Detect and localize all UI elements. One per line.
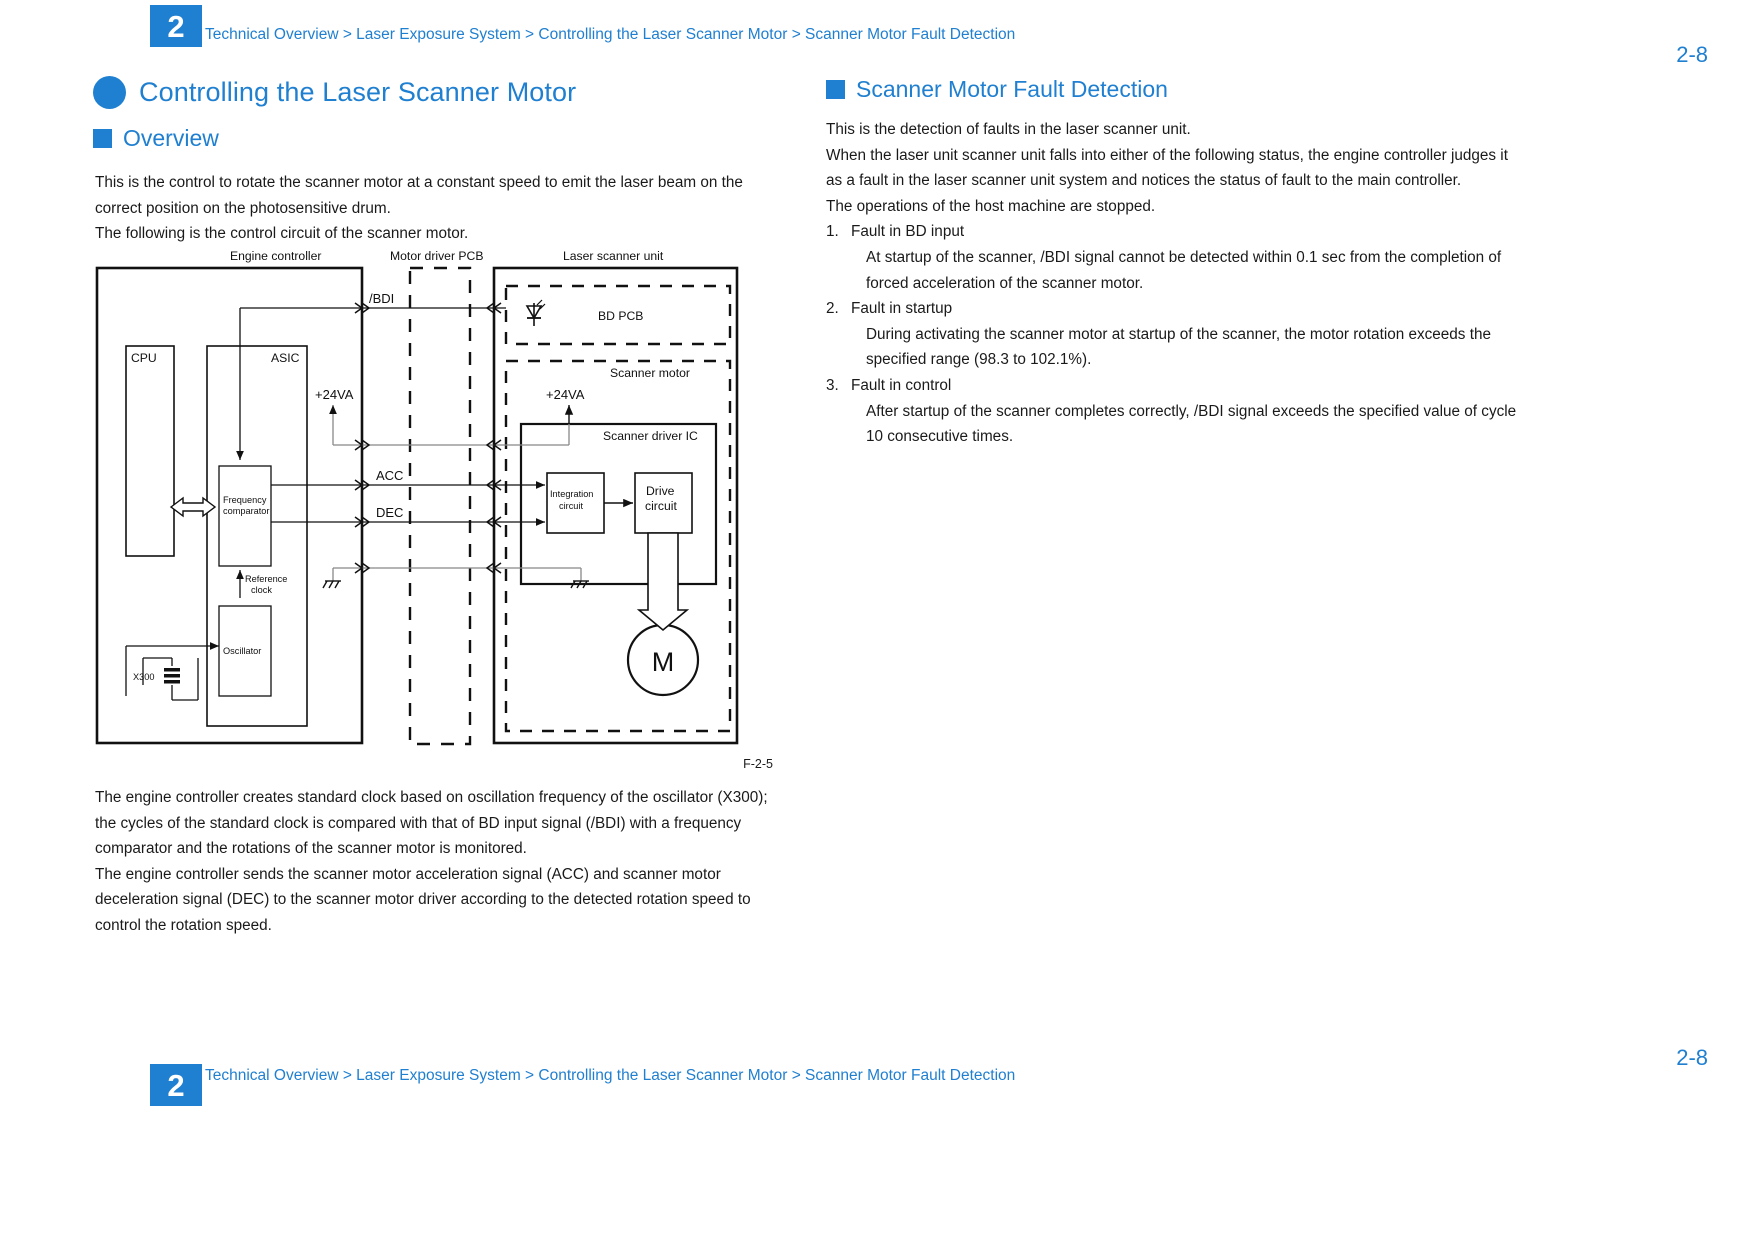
signal-label-dec: DEC [376, 505, 403, 520]
page-title-row: Controlling the Laser Scanner Motor [93, 76, 773, 109]
square-bullet-icon [93, 129, 112, 148]
fault-title: Fault in control [851, 376, 952, 394]
fault-number: 3. [826, 376, 839, 394]
right-column: Scanner Motor Fault Detection This is th… [826, 76, 1526, 450]
overview-heading-row: Overview [93, 125, 773, 152]
breadcrumb[interactable]: Technical Overview > Laser Exposure Syst… [205, 26, 1015, 44]
fault-detail: During activating the scanner motor at s… [866, 325, 1491, 369]
signal-label-bdi: /BDI [369, 291, 394, 306]
label-integration-circuit-1: Integration [550, 489, 593, 499]
label-bd-pcb: BD PCB [598, 309, 643, 323]
figure-f-2-5: Engine controller Motor driver PCB Laser… [93, 248, 773, 763]
overview-intro-paragraph: This is the control to rotate the scanne… [95, 174, 743, 242]
footer-chapter-number: 2 [167, 1067, 185, 1103]
circle-bullet-icon [93, 76, 126, 109]
fault-detection-heading-row: Scanner Motor Fault Detection [826, 76, 1526, 103]
footer-breadcrumb[interactable]: Technical Overview > Laser Exposure Syst… [205, 1067, 1015, 1085]
footer-chapter-badge: 2 [150, 1064, 202, 1106]
signal-label-24va-right: +24VA [546, 387, 585, 402]
label-asic: ASIC [271, 351, 300, 365]
label-motor-driver-pcb: Motor driver PCB [390, 249, 483, 263]
label-engine-controller: Engine controller [230, 249, 321, 263]
post-figure-paragraph: The engine controller creates standard c… [95, 789, 768, 934]
figure-caption: F-2-5 [743, 757, 773, 771]
list-item: 3. Fault in control After startup of the… [826, 373, 1526, 450]
label-drive-circuit-1: Drive [646, 484, 675, 498]
fault-title: Fault in startup [851, 300, 953, 318]
list-item: 2. Fault in startup During activating th… [826, 296, 1526, 373]
header-chapter-badge: 2 [150, 5, 202, 47]
label-frequency-comparator-2: comparator [223, 506, 269, 516]
page-number-top: 2-8 [1676, 42, 1708, 67]
fault-detection-heading: Scanner Motor Fault Detection [856, 76, 1168, 102]
fault-detail: After startup of the scanner completes c… [866, 402, 1517, 446]
label-reference-clock-1: Reference [245, 574, 287, 584]
fault-number: 1. [826, 223, 839, 241]
fault-detail: At startup of the scanner, /BDI signal c… [866, 248, 1502, 292]
ground-symbol-left-icon [322, 580, 341, 589]
photodiode-icon [525, 299, 546, 326]
label-scanner-driver-ic: Scanner driver IC [603, 429, 698, 443]
page-title: Controlling the Laser Scanner Motor [139, 77, 577, 107]
label-scanner-motor: Scanner motor [610, 366, 690, 380]
label-drive-circuit-2: circuit [645, 499, 677, 513]
signal-label-acc: ACC [376, 468, 403, 483]
square-bullet-icon-right [826, 80, 845, 99]
drive-output-arrow-icon [636, 532, 690, 632]
page-number-bottom: 2-8 [1676, 1045, 1708, 1070]
left-column: Controlling the Laser Scanner Motor Over… [93, 76, 773, 247]
fault-title: Fault in BD input [851, 223, 965, 241]
label-frequency-comparator-1: Frequency [223, 495, 267, 505]
label-oscillator: Oscillator [223, 646, 261, 656]
label-reference-clock-2: clock [251, 585, 272, 595]
bus-double-arrow-icon [169, 496, 217, 518]
list-item: 1. Fault in BD input At startup of the s… [826, 219, 1526, 296]
header-chapter-number: 2 [167, 8, 185, 44]
fault-list: 1. Fault in BD input At startup of the s… [826, 219, 1526, 449]
fault-detection-intro: This is the detection of faults in the l… [826, 121, 1508, 215]
label-laser-scanner-unit: Laser scanner unit [563, 249, 664, 263]
overview-heading: Overview [123, 125, 219, 151]
label-x300: X300 [133, 672, 154, 682]
signal-label-24va-left: +24VA [315, 387, 354, 402]
fault-number: 2. [826, 300, 839, 318]
label-motor: M [652, 647, 675, 677]
post-figure-block: The engine controller creates standard c… [93, 775, 773, 938]
label-integration-circuit-2: circuit [559, 501, 583, 511]
label-cpu: CPU [131, 351, 157, 365]
